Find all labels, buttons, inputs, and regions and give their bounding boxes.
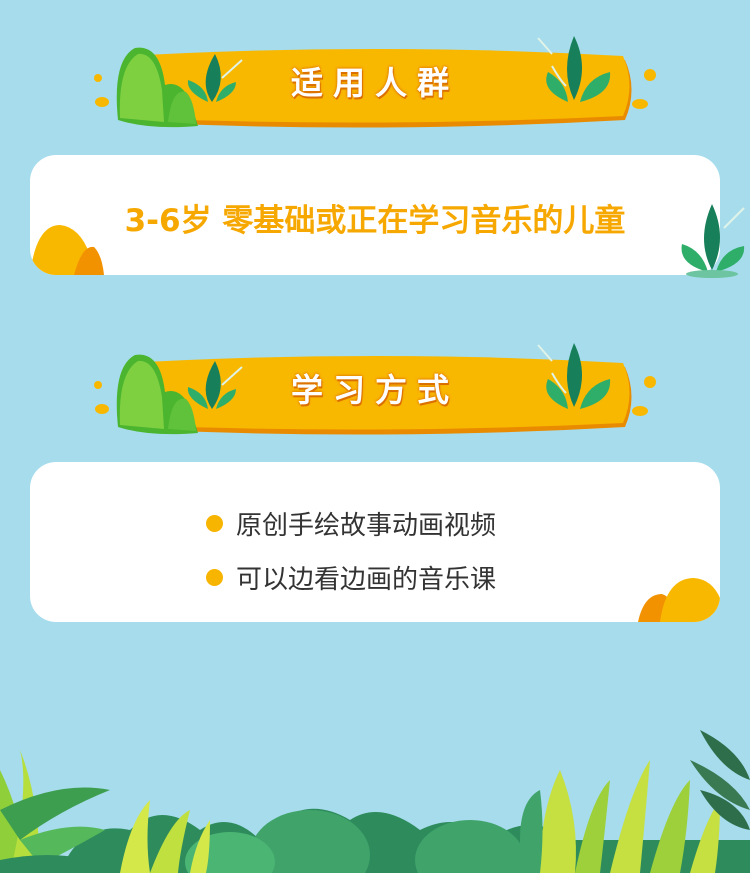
- method-list: 原创手绘故事动画视频 可以边看边画的音乐课: [206, 496, 496, 604]
- method-card: 原创手绘故事动画视频 可以边看边画的音乐课: [30, 462, 720, 622]
- audience-card: 3-6岁 零基础或正在学习音乐的儿童: [30, 155, 720, 275]
- list-item: 原创手绘故事动画视频: [206, 496, 496, 550]
- section-header-method: 学习方式: [90, 337, 660, 447]
- section-header-audience: 适用人群: [90, 30, 660, 140]
- list-item: 可以边看边画的音乐课: [206, 550, 496, 604]
- leaf-icon: [681, 204, 745, 278]
- hill-decoration: [638, 578, 720, 622]
- list-item-text: 可以边看边画的音乐课: [236, 564, 497, 595]
- section-title-method: 学习方式: [290, 371, 459, 409]
- section-title-audience: 适用人群: [290, 64, 459, 102]
- audience-description: 3-6岁 零基础或正在学习音乐的儿童: [124, 203, 626, 239]
- list-item-text: 原创手绘故事动画视频: [236, 510, 497, 541]
- foliage-decoration: [0, 730, 750, 873]
- bullet-dot-icon: [206, 514, 223, 532]
- bullet-dot-icon: [206, 568, 223, 586]
